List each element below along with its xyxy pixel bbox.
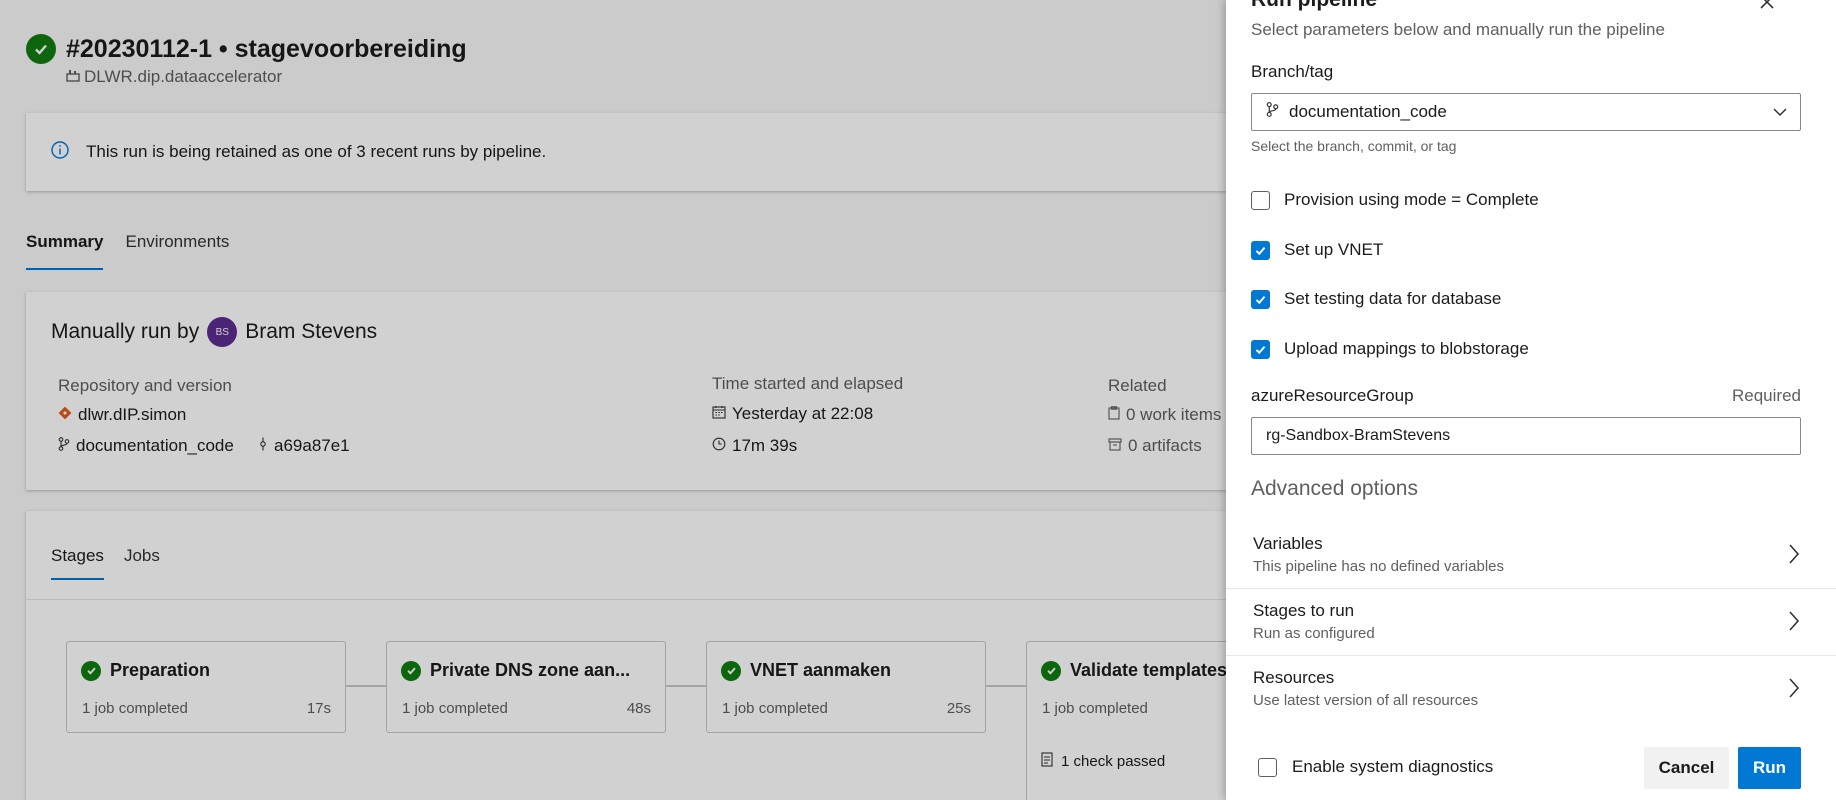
run-button[interactable]: Run (1738, 747, 1801, 789)
chevron-right-icon (1786, 676, 1802, 705)
branch-value: documentation_code (1289, 102, 1447, 121)
resource-group-input[interactable] (1251, 417, 1801, 455)
branch-hint: Select the branch, commit, or tag (1251, 138, 1457, 154)
checkbox-testing-data[interactable]: Set testing data for database (1251, 289, 1501, 309)
resources-option[interactable]: Resources Use latest version of all reso… (1226, 656, 1836, 723)
cancel-button[interactable]: Cancel (1644, 747, 1729, 789)
checkbox[interactable] (1251, 240, 1270, 260)
checkbox-provision-complete[interactable]: Provision using mode = Complete (1251, 190, 1539, 210)
close-icon[interactable] (1759, 0, 1781, 16)
required-label: Required (1732, 386, 1801, 405)
variables-option[interactable]: Variables This pipeline has no defined v… (1226, 522, 1836, 589)
checkbox[interactable] (1251, 190, 1270, 210)
panel-title: Run pipeline (1251, 0, 1377, 12)
chevron-right-icon (1786, 609, 1802, 638)
stages-to-run-option[interactable]: Stages to run Run as configured (1226, 589, 1836, 656)
branch-icon (1266, 101, 1279, 123)
branch-label: Branch/tag (1251, 62, 1334, 81)
panel-subtitle: Select parameters below and manually run… (1251, 20, 1665, 39)
checkbox[interactable] (1251, 339, 1270, 359)
checkbox-upload-mappings[interactable]: Upload mappings to blobstorage (1251, 339, 1529, 359)
run-pipeline-panel: Run pipeline Select parameters below and… (1226, 0, 1836, 800)
checkbox[interactable] (1251, 289, 1270, 309)
checkbox-system-diagnostics[interactable]: Enable system diagnostics (1258, 757, 1493, 777)
chevron-down-icon (1772, 104, 1788, 125)
advanced-options-heading: Advanced options (1251, 477, 1418, 500)
branch-dropdown[interactable]: documentation_code (1251, 93, 1801, 131)
chevron-right-icon (1786, 542, 1802, 571)
resource-group-label: azureResourceGroup (1251, 386, 1414, 405)
checkbox-setup-vnet[interactable]: Set up VNET (1251, 240, 1383, 260)
checkbox[interactable] (1258, 757, 1277, 777)
